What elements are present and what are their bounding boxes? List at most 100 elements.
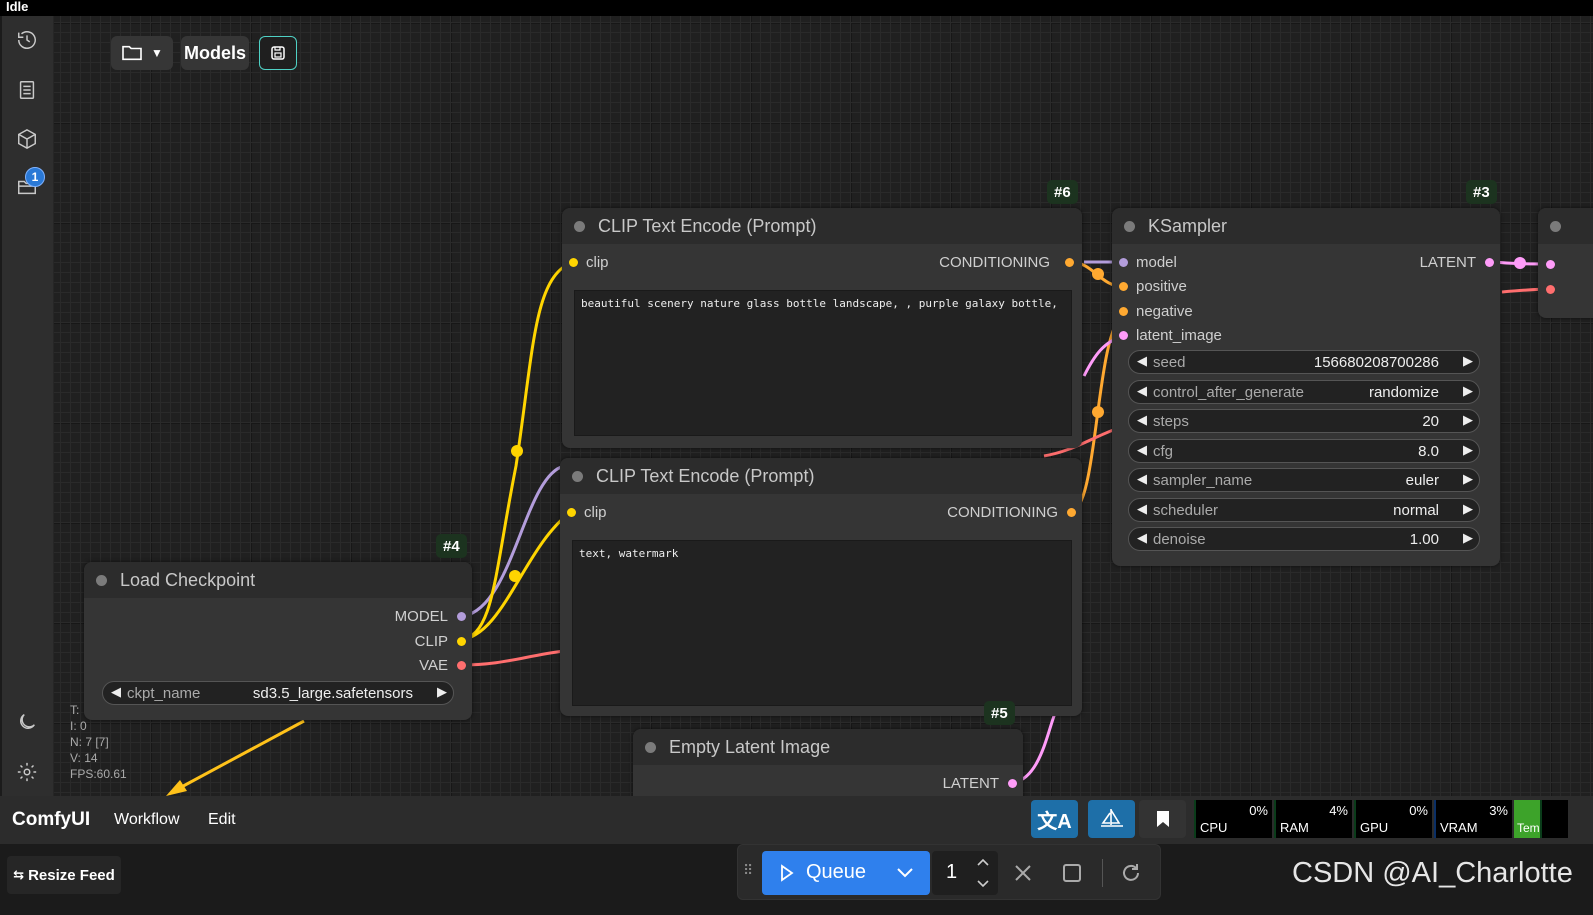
latent-image-input-slot[interactable]: [1119, 331, 1128, 340]
manager-button[interactable]: [1088, 800, 1135, 838]
ram-monitor: 4% RAM: [1274, 800, 1352, 838]
offscreen-node[interactable]: [1538, 208, 1593, 318]
load-checkpoint-node[interactable]: Load Checkpoint MODEL CLIP VAE ◀ ckpt_nam…: [84, 562, 472, 720]
increment-arrow-icon[interactable]: ▶: [1463, 383, 1473, 399]
control-after-generate-widget[interactable]: ◀ control_after_generate randomize ▶: [1128, 380, 1480, 404]
prompt-textarea[interactable]: beautiful scenery nature glass bottle la…: [574, 290, 1072, 436]
monitor-label: GPU: [1360, 820, 1389, 835]
node-title-bar[interactable]: [1538, 208, 1593, 244]
watermark-text: CSDN @AI_Charlotte: [1292, 857, 1573, 889]
decrement-arrow-icon[interactable]: ◀: [1137, 353, 1147, 369]
clip-text-encode-negative-node[interactable]: CLIP Text Encode (Prompt) clip CONDITION…: [560, 458, 1082, 716]
widget-name: scheduler: [1153, 502, 1219, 519]
vae-output-slot[interactable]: [457, 661, 466, 670]
drag-handle-icon[interactable]: ⠿: [743, 862, 753, 879]
node-title-bar[interactable]: Load Checkpoint: [84, 562, 472, 598]
widget-name: seed: [1153, 354, 1186, 371]
workflow-folder-button[interactable]: ▼: [111, 36, 173, 70]
theme-toggle-icon[interactable]: [15, 710, 39, 734]
sidebar: [2, 16, 54, 796]
chevron-down-icon[interactable]: [976, 879, 990, 889]
ckpt-name-widget[interactable]: ◀ ckpt_name sd3.5_large.safetensors ▶: [102, 681, 454, 705]
sampler-name-widget[interactable]: ◀ sampler_name euler ▶: [1128, 468, 1480, 492]
chevron-down-icon: ▼: [151, 46, 163, 60]
collapse-dot[interactable]: [1550, 221, 1561, 232]
conditioning-output-slot[interactable]: [1067, 508, 1076, 517]
increment-arrow-icon[interactable]: ▶: [1463, 412, 1473, 428]
decrement-arrow-icon[interactable]: ◀: [1137, 412, 1147, 428]
stop-icon[interactable]: [1062, 863, 1082, 883]
input-slot[interactable]: [1546, 285, 1555, 294]
model-input-slot[interactable]: [1119, 258, 1128, 267]
scheduler-widget[interactable]: ◀ scheduler normal ▶: [1128, 498, 1480, 522]
models-button[interactable]: Models: [181, 36, 249, 70]
ksampler-node[interactable]: KSampler model positive negative latent_…: [1112, 208, 1500, 566]
node-id-badge: #4: [436, 534, 467, 558]
decrement-arrow-icon[interactable]: ◀: [1137, 383, 1147, 399]
node-title-bar[interactable]: KSampler: [1112, 208, 1500, 244]
increment-arrow-icon[interactable]: ▶: [1463, 442, 1473, 458]
decrement-arrow-icon[interactable]: ◀: [1137, 442, 1147, 458]
queue-list-icon[interactable]: [15, 78, 39, 102]
latent-output-slot[interactable]: [1008, 779, 1017, 788]
node-title-bar[interactable]: CLIP Text Encode (Prompt): [562, 208, 1082, 244]
history-icon[interactable]: [15, 28, 39, 52]
stat-line: N: 7 [7]: [70, 735, 109, 749]
increment-arrow-icon[interactable]: ▶: [437, 684, 447, 700]
collapse-dot[interactable]: [96, 575, 107, 586]
clip-text-encode-positive-node[interactable]: CLIP Text Encode (Prompt) clip CONDITION…: [562, 208, 1082, 448]
cancel-icon[interactable]: [1014, 864, 1032, 882]
translate-button[interactable]: 文A: [1031, 800, 1078, 838]
prompt-textarea[interactable]: text, watermark: [572, 540, 1072, 706]
menu-workflow[interactable]: Workflow: [114, 811, 180, 829]
menu-edit[interactable]: Edit: [208, 811, 236, 829]
increment-arrow-icon[interactable]: ▶: [1463, 471, 1473, 487]
decrement-arrow-icon[interactable]: ◀: [1137, 471, 1147, 487]
clip-input-slot[interactable]: [569, 258, 578, 267]
clip-input-slot[interactable]: [567, 508, 576, 517]
denoise-widget[interactable]: ◀ denoise 1.00 ▶: [1128, 527, 1480, 551]
settings-icon[interactable]: [15, 760, 39, 784]
decrement-arrow-icon[interactable]: ◀: [1137, 530, 1147, 546]
increment-arrow-icon[interactable]: ▶: [1463, 501, 1473, 517]
save-icon: [271, 46, 285, 60]
clip-output-slot[interactable]: [457, 637, 466, 646]
play-icon: [781, 864, 794, 882]
collapse-dot[interactable]: [572, 471, 583, 482]
node-canvas[interactable]: ▼ Models #6 CLIP Text Encode (Prompt) cl…: [54, 16, 1593, 796]
seed-widget[interactable]: ◀ seed 156680208700286 ▶: [1128, 350, 1480, 374]
chevron-down-icon[interactable]: [896, 866, 914, 880]
input-slot[interactable]: [1546, 260, 1555, 269]
decrement-arrow-icon[interactable]: ◀: [111, 684, 121, 700]
status-text: Idle: [6, 0, 29, 14]
collapse-dot[interactable]: [1124, 221, 1135, 232]
negative-input-slot[interactable]: [1119, 307, 1128, 316]
chevron-up-icon[interactable]: [976, 857, 990, 867]
increment-arrow-icon[interactable]: ▶: [1463, 530, 1473, 546]
empty-latent-image-node[interactable]: Empty Latent Image LATENT: [633, 729, 1023, 796]
conditioning-output-label: CONDITIONING: [939, 254, 1050, 271]
widget-value: 20: [1422, 413, 1439, 430]
node-title: KSampler: [1148, 216, 1228, 236]
bookmark-button[interactable]: [1139, 800, 1186, 838]
save-button[interactable]: [259, 36, 297, 70]
steps-widget[interactable]: ◀ steps 20 ▶: [1128, 409, 1480, 433]
cfg-widget[interactable]: ◀ cfg 8.0 ▶: [1128, 439, 1480, 463]
conditioning-output-slot[interactable]: [1065, 258, 1074, 267]
node-title-bar[interactable]: Empty Latent Image: [633, 729, 1023, 765]
positive-input-slot[interactable]: [1119, 282, 1128, 291]
model-library-icon[interactable]: [15, 127, 39, 151]
collapse-dot[interactable]: [645, 742, 656, 753]
queue-button[interactable]: Queue: [762, 851, 930, 895]
collapse-dot[interactable]: [574, 221, 585, 232]
decrement-arrow-icon[interactable]: ◀: [1137, 501, 1147, 517]
monitor-label: CPU: [1200, 820, 1228, 835]
resize-feed-button[interactable]: ⇆ Resize Feed: [7, 856, 121, 894]
node-title-bar[interactable]: CLIP Text Encode (Prompt): [560, 458, 1082, 494]
resize-feed-label: Resize Feed: [28, 866, 115, 884]
refresh-icon[interactable]: [1120, 862, 1142, 884]
batch-count-input[interactable]: 1: [932, 851, 998, 895]
increment-arrow-icon[interactable]: ▶: [1463, 353, 1473, 369]
model-output-slot[interactable]: [457, 612, 466, 621]
latent-output-slot[interactable]: [1485, 258, 1494, 267]
